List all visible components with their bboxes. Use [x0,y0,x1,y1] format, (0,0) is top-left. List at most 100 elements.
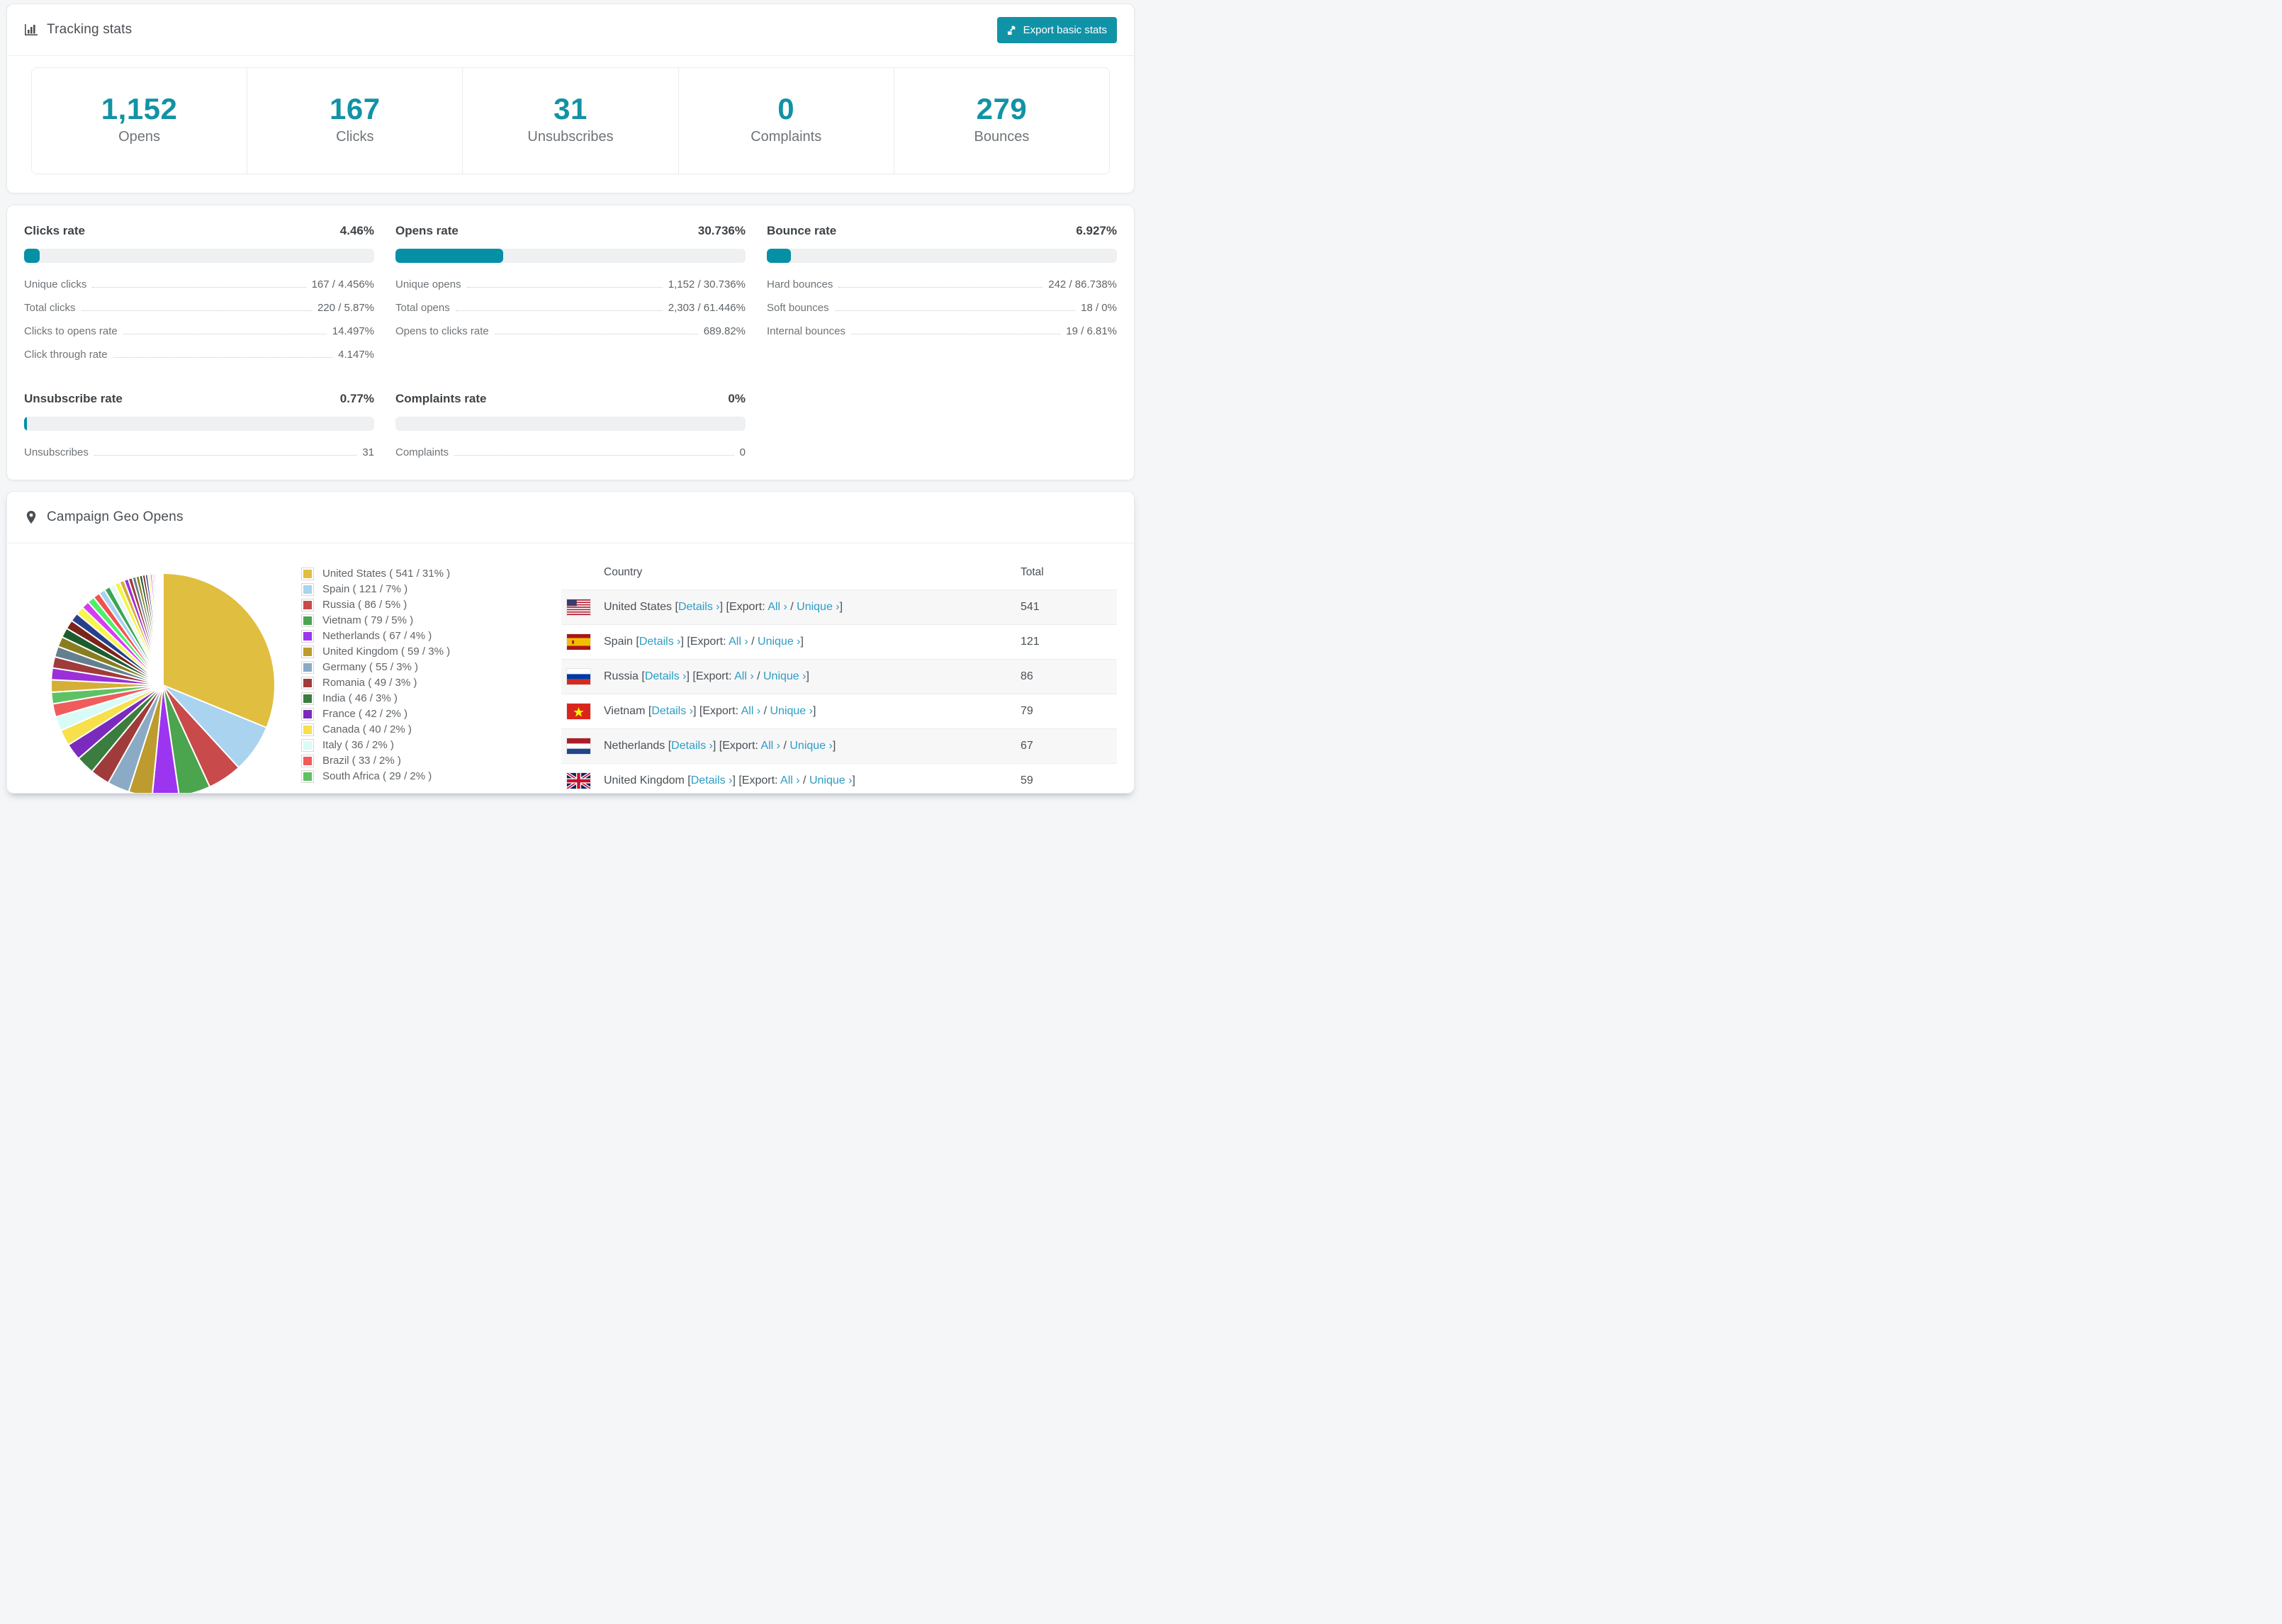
slash-text: / [780,740,790,752]
legend-item: Brazil ( 33 / 2% ) [301,754,529,767]
dotted-leader [454,445,734,456]
export-unique-link[interactable]: Unique › [797,601,839,613]
legend-color-swatch [301,629,314,643]
export-basic-stats-button[interactable]: Export basic stats [996,16,1117,43]
rate-title: Unsubscribe rate [24,392,123,405]
details-link[interactable]: Details › [671,740,713,752]
section-unsubscribe-rate: Unsubscribe rate 0.77% Unsubscribes 31 [24,392,374,458]
rate-row: Opens to clicks rate 689.82% [395,324,746,337]
details-link[interactable]: Details › [651,705,693,717]
country-name: Spain [604,636,636,648]
legend-label: Germany ( 55 / 3% ) [322,661,419,673]
country-name: United States [604,601,675,613]
bar-chart-icon [25,24,38,35]
export-unique-link[interactable]: Unique › [770,705,813,717]
export-unique-link[interactable]: Unique › [758,636,800,648]
export-unique-link[interactable]: Unique › [763,670,806,682]
dotted-leader [466,277,663,288]
dotted-leader [94,445,357,456]
geo-table-row: Vietnam [Details ›] [Export: All › / Uni… [561,694,1117,729]
bracket-text: ] [852,774,855,786]
legend-color-swatch [301,723,314,736]
rate-row-label: Total clicks [24,302,76,314]
divider [7,55,1134,56]
legend-label: Vietnam ( 79 / 5% ) [322,614,414,626]
legend-item: Germany ( 55 / 3% ) [301,660,529,674]
progress-bar-fill [24,249,40,263]
legend-color-swatch [301,567,314,580]
legend-color-swatch [301,676,314,689]
rate-row-value: 31 [362,446,374,458]
country-name: Russia [604,670,642,682]
rate-row-label: Opens to clicks rate [395,325,489,337]
export-unique-link[interactable]: Unique › [789,740,832,752]
progress-bar-fill [767,249,792,263]
geo-total-cell: 86 [1021,670,1033,682]
geo-total-cell: 121 [1021,636,1040,648]
rate-row-label: Complaints [395,446,449,458]
legend-label: Spain ( 121 / 7% ) [322,583,408,595]
rate-row: Complaints 0 [395,445,746,458]
legend-item: Netherlands ( 67 / 4% ) [301,629,529,643]
legend-item: Canada ( 40 / 2% ) [301,723,529,736]
rate-row-label: Internal bounces [767,325,845,337]
rate-row-label: Unique opens [395,278,461,291]
export-all-link[interactable]: All › [734,670,754,682]
export-all-link[interactable]: All › [760,740,780,752]
progress-bar-fill [395,249,503,263]
legend-item: Russia ( 86 / 5% ) [301,598,529,611]
tracking-stats-card: Tracking stats Export basic stats 1,152 O… [6,4,1135,193]
rates-grid: Clicks rate 4.46% Unique clicks 167 / 4.456… [24,224,1117,458]
legend-item: Romania ( 49 / 3% ) [301,676,529,689]
progress-bar-track [395,417,746,431]
rate-row: Unique clicks 167 / 4.456% [24,277,374,291]
geo-total-cell: 67 [1021,740,1033,752]
export-all-link[interactable]: All › [768,601,787,613]
geo-total-cell: 59 [1021,774,1033,786]
rate-row-value: 0 [739,446,746,458]
dotted-leader [455,300,663,311]
rate-row: Soft bounces 18 / 0% [767,300,1117,314]
summary-stat-box: 31 Unsubscribes [463,68,679,174]
summary-stat-value: 167 [330,92,381,125]
legend-label: United States ( 541 / 31% ) [322,568,451,580]
dotted-leader [834,300,1076,311]
dotted-leader [838,277,1043,288]
geo-country-cell: United Kingdom [Details ›] [Export: All … [601,764,1018,794]
details-link[interactable]: Details › [645,670,687,682]
rate-title-row: Complaints rate 0% [395,392,746,406]
legend-color-swatch [301,660,314,674]
campaign-geo-opens-card: Campaign Geo Opens United States ( 541 /… [6,491,1135,794]
legend-label: Netherlands ( 67 / 4% ) [322,630,432,642]
export-unique-link[interactable]: Unique › [809,774,852,786]
dotted-leader [494,324,698,334]
legend-item: South Africa ( 29 / 2% ) [301,769,529,783]
section-clicks-rate: Clicks rate 4.46% Unique clicks 167 / 4.456… [24,224,374,361]
details-link[interactable]: Details › [639,636,681,648]
dotted-leader [81,300,312,311]
export-all-link[interactable]: All › [741,705,761,717]
rate-row-value: 167 / 4.456% [311,278,374,291]
dotted-leader [123,324,327,334]
details-link[interactable]: Details › [691,774,733,786]
slash-text: / [753,670,763,682]
rate-row: Clicks to opens rate 14.497% [24,324,374,337]
rate-row-label: Hard bounces [767,278,833,291]
rate-row-label: Click through rate [24,349,108,361]
rate-row-value: 242 / 86.738% [1048,278,1117,291]
geo-table-header-row: Country Total [561,556,1117,590]
legend-label: Russia ( 86 / 5% ) [322,599,408,611]
rate-title: Bounce rate [767,224,837,237]
export-all-link[interactable]: All › [780,774,800,786]
rate-row-value: 4.147% [338,349,374,361]
country-name: United Kingdom [604,774,688,786]
legend-color-swatch [301,645,314,658]
campaign-geo-opens-title: Campaign Geo Opens [47,509,184,524]
campaign-geo-opens-header: Campaign Geo Opens [24,492,1117,543]
bracket-text: ] [Export: [712,740,761,752]
legend-label: Italy ( 36 / 2% ) [322,739,394,751]
rate-row-label: Soft bounces [767,302,829,314]
export-all-link[interactable]: All › [729,636,748,648]
details-link[interactable]: Details › [678,601,720,613]
flag-column-header [561,556,601,590]
